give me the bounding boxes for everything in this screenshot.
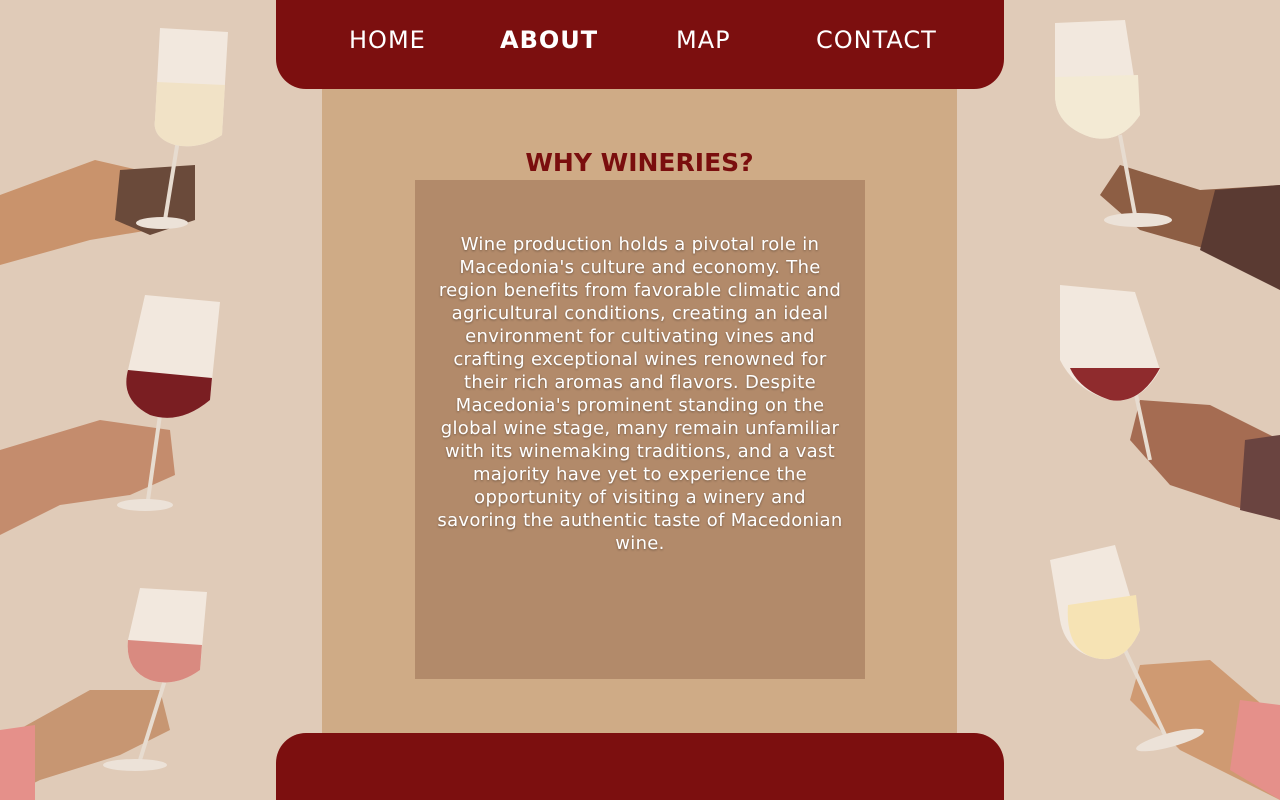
section-heading: WHY WINERIES? (525, 148, 754, 177)
red-wine-glass-hand-icon (1060, 285, 1280, 520)
top-navigation-bar: HOME ABOUT MAP CONTACT (276, 0, 1004, 89)
nav-contact-link[interactable]: CONTACT (816, 26, 937, 54)
white-wine-glass-hand-icon (0, 28, 228, 265)
footer-bar (276, 733, 1004, 800)
body-paragraph: Wine production holds a pivotal role in … (437, 234, 843, 554)
content-panel: WHY WINERIES? Wine production holds a pi… (322, 89, 957, 733)
rose-wine-glass-hand-icon (0, 588, 207, 800)
nav-map-link[interactable]: MAP (676, 26, 731, 54)
nav-about-link[interactable]: ABOUT (500, 26, 598, 54)
red-wine-glass-hand-icon (0, 295, 220, 535)
nav-home-link[interactable]: HOME (349, 26, 426, 54)
white-wine-glass-hand-icon (1055, 20, 1280, 290)
white-wine-glass-hand-icon (1050, 545, 1280, 800)
text-box: Wine production holds a pivotal role in … (415, 180, 865, 679)
